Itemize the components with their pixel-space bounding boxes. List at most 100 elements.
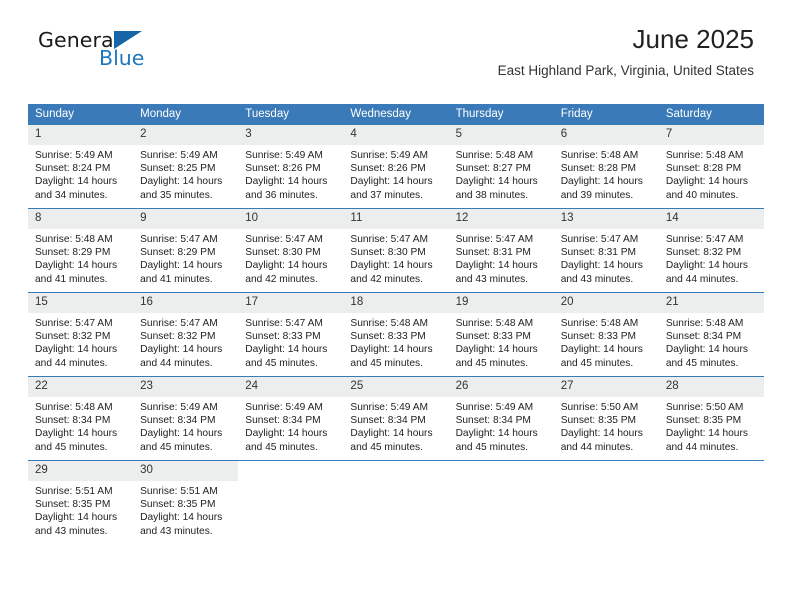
calendar-day-cell[interactable]: 22 Sunrise: 5:48 AM Sunset: 8:34 PM Dayligh…: [28, 376, 134, 461]
daylight-text-line1: Daylight: 14 hours: [455, 176, 538, 188]
calendar-day-cell[interactable]: 26 Sunrise: 5:49 AM Sunset: 8:34 PM Dayligh…: [448, 376, 554, 461]
sunrise-text: Sunrise: 5:47 AM: [455, 234, 534, 245]
sunrise-text: Sunrise: 5:50 AM: [665, 402, 744, 413]
sunrise-text: Sunrise: 5:49 AM: [245, 150, 323, 161]
daylight-text-line2: and 37 minutes.: [350, 189, 423, 201]
daylight-text-line2: and 45 minutes.: [245, 357, 318, 369]
calendar-day-cell[interactable]: 6 Sunrise: 5:48 AM Sunset: 8:28 PM Daylight…: [553, 125, 659, 209]
sunrise-text: Sunrise: 5:49 AM: [455, 402, 534, 413]
calendar-day-cell[interactable]: 23 Sunrise: 5:49 AM Sunset: 8:34 PM Dayligh…: [133, 376, 239, 461]
calendar-day-cell[interactable]: 24 Sunrise: 5:49 AM Sunset: 8:34 PM Dayligh…: [238, 376, 344, 461]
calendar-day-cell[interactable]: 5 Sunrise: 5:48 AM Sunset: 8:27 PM Daylight…: [448, 125, 554, 209]
calendar-empty-cell: [658, 460, 764, 544]
calendar-day-cell[interactable]: 28 Sunrise: 5:50 AM Sunset: 8:35 PM Dayligh…: [658, 376, 764, 461]
sunrise-text: Sunrise: 5:48 AM: [350, 318, 429, 329]
sunset-text: Sunset: 8:35 PM: [140, 499, 216, 511]
daylight-text-line1: Daylight: 14 hours: [455, 344, 538, 356]
daylight-text-line2: and 41 minutes.: [35, 273, 108, 285]
day-sun-info: Sunrise: 5:48 AM Sunset: 8:28 PM Daylight:…: [554, 145, 659, 202]
calendar-day-cell[interactable]: 8 Sunrise: 5:48 AM Sunset: 8:29 PM Daylight…: [28, 208, 134, 293]
sunset-text: Sunset: 8:26 PM: [350, 163, 426, 175]
day-number: 9: [133, 209, 239, 229]
calendar-day-cell[interactable]: 3 Sunrise: 5:49 AM Sunset: 8:26 PM Daylight…: [238, 125, 344, 209]
sunset-text: Sunset: 8:31 PM: [455, 247, 531, 259]
daylight-text-line1: Daylight: 14 hours: [560, 428, 643, 440]
day-sun-info: Sunrise: 5:47 AM Sunset: 8:32 PM Daylight:…: [133, 313, 238, 370]
calendar-day-cell[interactable]: 18 Sunrise: 5:48 AM Sunset: 8:33 PM Dayligh…: [343, 292, 449, 377]
day-sun-info: Sunrise: 5:49 AM Sunset: 8:25 PM Daylight:…: [133, 145, 238, 202]
day-number: 23: [133, 377, 239, 397]
daylight-text-line2: and 42 minutes.: [350, 273, 423, 285]
calendar-day-cell[interactable]: 13 Sunrise: 5:47 AM Sunset: 8:31 PM Dayligh…: [553, 208, 659, 293]
day-number: 17: [238, 293, 344, 313]
day-sun-info: Sunrise: 5:47 AM Sunset: 8:32 PM Daylight:…: [659, 229, 764, 286]
sunset-text: Sunset: 8:33 PM: [560, 331, 637, 343]
sunset-text: Sunset: 8:29 PM: [140, 247, 216, 259]
daylight-text-line1: Daylight: 14 hours: [35, 512, 118, 524]
daylight-text-line2: and 45 minutes.: [245, 441, 318, 453]
day-number: 19: [448, 293, 554, 313]
sunset-text: Sunset: 8:27 PM: [455, 163, 531, 175]
day-sun-info: Sunrise: 5:49 AM Sunset: 8:34 PM Daylight:…: [238, 397, 343, 454]
day-sun-info: Sunrise: 5:50 AM Sunset: 8:35 PM Daylight:…: [659, 397, 764, 454]
calendar-day-cell[interactable]: 12 Sunrise: 5:47 AM Sunset: 8:31 PM Dayligh…: [448, 208, 554, 293]
calendar-day-cell[interactable]: 21 Sunrise: 5:48 AM Sunset: 8:34 PM Dayligh…: [658, 292, 764, 377]
brand-logo[interactable]: General Blue: [38, 28, 258, 74]
calendar-day-cell[interactable]: 17 Sunrise: 5:47 AM Sunset: 8:33 PM Dayligh…: [238, 292, 344, 377]
calendar-day-cell[interactable]: 14 Sunrise: 5:47 AM Sunset: 8:32 PM Dayligh…: [658, 208, 764, 293]
day-number: 28: [658, 377, 764, 397]
calendar-day-cell[interactable]: 4 Sunrise: 5:49 AM Sunset: 8:26 PM Daylight…: [343, 125, 449, 209]
calendar-day-cell[interactable]: 16 Sunrise: 5:47 AM Sunset: 8:32 PM Dayligh…: [133, 292, 239, 377]
daylight-text-line1: Daylight: 14 hours: [35, 260, 118, 272]
sunrise-text: Sunrise: 5:47 AM: [350, 234, 429, 245]
sunset-text: Sunset: 8:34 PM: [350, 415, 426, 427]
sunset-text: Sunset: 8:33 PM: [245, 331, 321, 343]
calendar-day-cell[interactable]: 1 Sunrise: 5:49 AM Sunset: 8:24 PM Daylight…: [28, 125, 134, 209]
calendar-day-cell[interactable]: 27 Sunrise: 5:50 AM Sunset: 8:35 PM Dayligh…: [553, 376, 659, 461]
day-number: 26: [448, 377, 554, 397]
calendar-day-cell[interactable]: 15 Sunrise: 5:47 AM Sunset: 8:32 PM Dayligh…: [28, 292, 134, 377]
sunrise-text: Sunrise: 5:49 AM: [35, 150, 113, 161]
daylight-text-line1: Daylight: 14 hours: [140, 260, 223, 272]
calendar-day-cell[interactable]: 20 Sunrise: 5:48 AM Sunset: 8:33 PM Dayligh…: [553, 292, 659, 377]
day-number: 8: [28, 209, 134, 229]
daylight-text-line1: Daylight: 14 hours: [35, 176, 118, 188]
calendar-day-cell[interactable]: 9 Sunrise: 5:47 AM Sunset: 8:29 PM Daylight…: [133, 208, 239, 293]
calendar-day-cell[interactable]: 2 Sunrise: 5:49 AM Sunset: 8:25 PM Daylight…: [133, 125, 239, 209]
day-number: 6: [553, 125, 659, 145]
daylight-text-line1: Daylight: 14 hours: [455, 428, 538, 440]
sunrise-text: Sunrise: 5:47 AM: [35, 318, 113, 329]
sunrise-text: Sunrise: 5:47 AM: [140, 234, 218, 245]
daylight-text-line1: Daylight: 14 hours: [350, 176, 433, 188]
daylight-text-line2: and 42 minutes.: [245, 273, 318, 285]
calendar-week-row: 8 Sunrise: 5:48 AM Sunset: 8:29 PM Daylight…: [28, 208, 764, 293]
sunrise-text: Sunrise: 5:51 AM: [35, 486, 113, 497]
daylight-text-line1: Daylight: 14 hours: [140, 428, 223, 440]
calendar-day-cell[interactable]: 7 Sunrise: 5:48 AM Sunset: 8:28 PM Daylight…: [658, 125, 764, 209]
day-number: 14: [658, 209, 764, 229]
daylight-text-line1: Daylight: 14 hours: [140, 176, 223, 188]
sunset-text: Sunset: 8:34 PM: [665, 331, 742, 343]
calendar-day-cell[interactable]: 11 Sunrise: 5:47 AM Sunset: 8:30 PM Dayligh…: [343, 208, 449, 293]
day-number: 16: [133, 293, 239, 313]
day-number: 15: [28, 293, 134, 313]
sunset-text: Sunset: 8:34 PM: [35, 415, 111, 427]
day-sun-info: Sunrise: 5:48 AM Sunset: 8:27 PM Daylight:…: [449, 145, 554, 202]
daylight-text-line2: and 44 minutes.: [35, 357, 108, 369]
brand-logo-blue-text: Blue: [99, 46, 145, 70]
calendar-day-cell[interactable]: 10 Sunrise: 5:47 AM Sunset: 8:30 PM Dayligh…: [238, 208, 344, 293]
daylight-text-line2: and 43 minutes.: [560, 273, 634, 285]
calendar-day-cell[interactable]: 19 Sunrise: 5:48 AM Sunset: 8:33 PM Dayligh…: [448, 292, 554, 377]
calendar-day-cell[interactable]: 29 Sunrise: 5:51 AM Sunset: 8:35 PM Dayligh…: [28, 460, 134, 544]
sunrise-text: Sunrise: 5:48 AM: [665, 150, 744, 161]
day-number: [553, 461, 659, 481]
sunrise-text: Sunrise: 5:48 AM: [35, 234, 113, 245]
calendar-day-cell[interactable]: 25 Sunrise: 5:49 AM Sunset: 8:34 PM Dayligh…: [343, 376, 449, 461]
sunrise-text: Sunrise: 5:47 AM: [245, 318, 323, 329]
title-block: June 2025 East Highland Park, Virginia, …: [498, 22, 754, 81]
sunrise-text: Sunrise: 5:47 AM: [140, 318, 218, 329]
weekday-header-monday: Monday: [133, 104, 239, 125]
sunset-text: Sunset: 8:28 PM: [560, 163, 637, 175]
calendar-day-cell[interactable]: 30 Sunrise: 5:51 AM Sunset: 8:35 PM Dayligh…: [133, 460, 239, 544]
day-sun-info: Sunrise: 5:47 AM Sunset: 8:32 PM Daylight:…: [28, 313, 133, 370]
